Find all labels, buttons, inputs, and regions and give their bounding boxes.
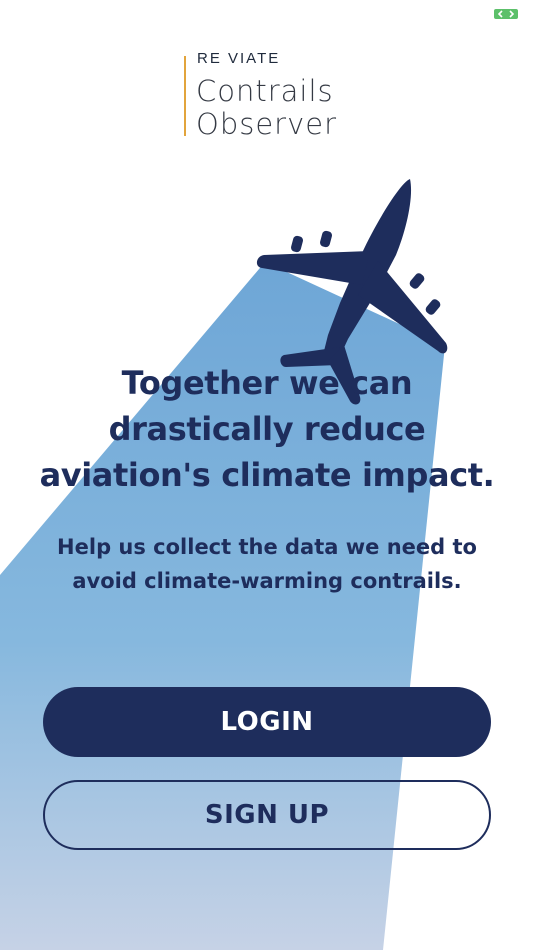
sign-up-button[interactable]: SIGN UP [43, 780, 491, 850]
battery-icon [494, 9, 518, 19]
subline-line-2: avoid climate-warming contrails. [72, 569, 462, 593]
app-logo: RE VIATE Contrails Observer [184, 50, 354, 140]
subline-line-1: Help us collect the data we need to [57, 535, 477, 559]
logo-product-line2: Observer [196, 107, 338, 141]
logo-brand-name: RE VIATE [197, 50, 281, 67]
headline-line-1: Together we can [121, 364, 413, 402]
logo-product-line1: Contrails [196, 74, 334, 108]
login-button[interactable]: LOGIN [43, 687, 491, 757]
hero-headline: Together we can drastically reduce aviat… [20, 360, 514, 498]
logo-accent-bar [184, 56, 186, 136]
headline-line-3: aviation's climate impact. [39, 456, 495, 494]
hero-subline: Help us collect the data we need to avoi… [20, 530, 514, 598]
welcome-screen: RE VIATE Contrails Observer Together we … [0, 0, 534, 950]
headline-line-2: drastically reduce [108, 410, 426, 448]
